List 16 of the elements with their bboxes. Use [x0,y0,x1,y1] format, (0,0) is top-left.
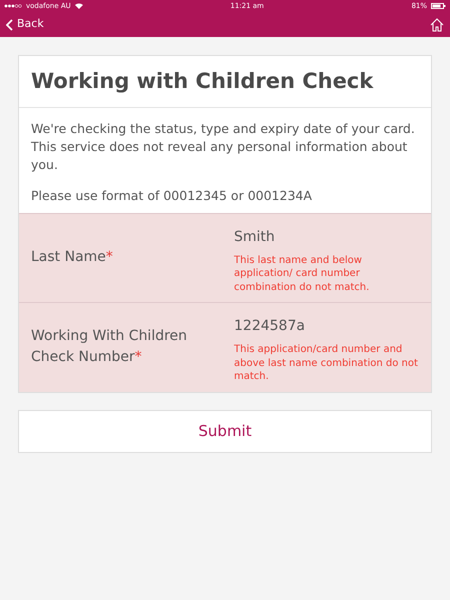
error-message: This last name and below application/ card number combination do not match. [234,254,370,294]
back-chevron-icon [6,18,13,30]
intro-text: We're checking the status, type and expiry date of your card. This service does not reveal any personal information about you. [30,120,416,174]
signal-icon [4,4,22,8]
wifi-icon [74,3,83,9]
input-field[interactable]: 1224587a [234,316,419,338]
format-hint: Please use format of 00012345 or 0001234A [30,186,313,205]
error-message: This application/card number and above last name combination do not match. [234,343,419,384]
card-title: Working with Children Check [19,56,431,108]
field-label: Last Name* [31,248,113,268]
input-field[interactable]: Smith [234,226,419,248]
battery-icon [431,3,446,9]
back-button[interactable]: Back [6,16,44,33]
field-label: Working With Children Check Number* [31,327,188,368]
home-icon[interactable] [430,18,444,32]
submit-button[interactable]: Submit [18,410,432,453]
